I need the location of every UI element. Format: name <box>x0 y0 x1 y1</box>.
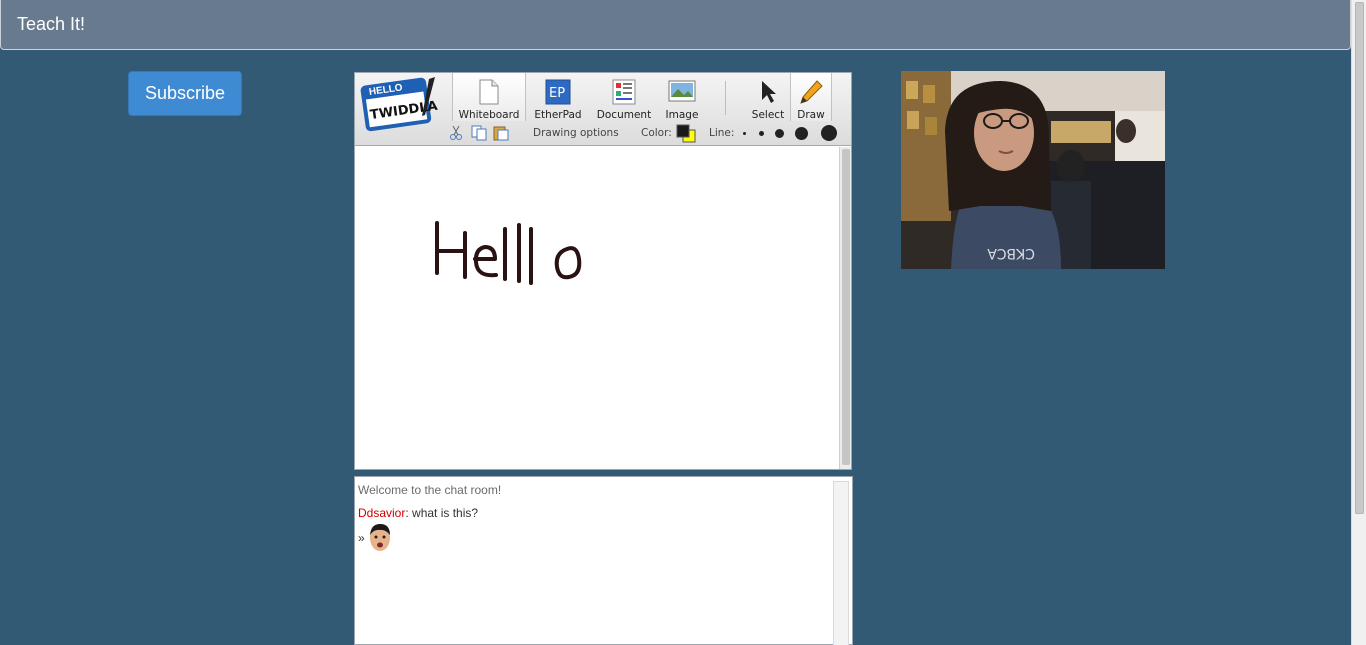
line-size-2[interactable] <box>759 131 764 136</box>
chat-message-text: : what is this? <box>405 506 479 520</box>
tool-label: Whiteboard <box>458 109 520 121</box>
color-label: Color: <box>641 127 672 139</box>
chat-welcome: Welcome to the chat room! <box>358 483 502 497</box>
canvas-drawing <box>435 221 582 285</box>
document-icon <box>611 77 637 106</box>
page-icon <box>478 77 500 106</box>
chat-username[interactable]: Ddsavior <box>358 506 405 520</box>
twiddla-widget: HELLO TWIDDLA Whiteboard EP EtherPad Doc… <box>354 72 852 470</box>
cut-icon[interactable] <box>449 125 463 144</box>
page-scrollbar[interactable] <box>1351 0 1366 645</box>
copy-icon[interactable] <box>471 125 487 144</box>
chat-panel: Welcome to the chat room! Ddsavior: what… <box>354 476 853 645</box>
line-size-5[interactable] <box>821 125 837 141</box>
svg-text:EP: EP <box>549 86 565 101</box>
tool-label: Document <box>596 109 652 121</box>
tool-label: Draw <box>797 109 825 121</box>
subscribe-button[interactable]: Subscribe <box>128 71 242 116</box>
svg-text:CKBCA: CKBCA <box>987 245 1035 261</box>
chat-message: Ddsavior: what is this? <box>358 506 478 520</box>
chat-scrollbar[interactable] <box>833 481 849 645</box>
line-size-3[interactable] <box>775 129 784 138</box>
tool-document[interactable]: Document <box>593 73 655 121</box>
tool-etherpad[interactable]: EP EtherPad <box>530 73 586 121</box>
tool-whiteboard[interactable]: Whiteboard <box>452 73 526 121</box>
tool-select[interactable]: Select <box>747 73 789 121</box>
drawing-options-bar: Drawing options Color: Line: <box>447 121 851 145</box>
whiteboard-canvas[interactable] <box>355 147 839 469</box>
etherpad-icon: EP <box>545 77 571 106</box>
chat-avatar-icon <box>370 524 390 551</box>
webcam-video: CKBCA <box>901 71 1165 269</box>
paste-icon[interactable] <box>493 125 509 144</box>
tool-label: Image <box>665 109 699 121</box>
chat-prompt: » <box>358 531 365 545</box>
canvas-scrollbar-thumb[interactable] <box>842 149 850 465</box>
twiddla-logo[interactable]: HELLO TWIDDLA <box>359 75 439 133</box>
line-size-4[interactable] <box>795 127 808 140</box>
page-title: Teach It! <box>17 14 86 34</box>
image-icon <box>668 77 696 106</box>
pointer-icon <box>759 77 777 106</box>
tool-label: EtherPad <box>534 109 582 121</box>
webcam-frame: CKBCA <box>901 71 1165 269</box>
top-bar: Teach It! <box>0 0 1351 50</box>
drawing-options-label[interactable]: Drawing options <box>533 127 619 139</box>
toolbar-divider <box>725 81 726 115</box>
tool-label: Select <box>751 109 785 121</box>
line-size-1[interactable] <box>743 132 746 135</box>
line-label: Line: <box>709 127 735 139</box>
tool-image[interactable]: Image <box>661 73 703 121</box>
canvas-scrollbar[interactable] <box>839 147 851 469</box>
tool-draw[interactable]: Draw <box>790 73 832 121</box>
page-scrollbar-thumb[interactable] <box>1355 2 1364 514</box>
color-swatch[interactable] <box>676 124 698 147</box>
twiddla-toolbar: HELLO TWIDDLA Whiteboard EP EtherPad Doc… <box>355 73 851 146</box>
pencil-icon <box>798 77 824 106</box>
